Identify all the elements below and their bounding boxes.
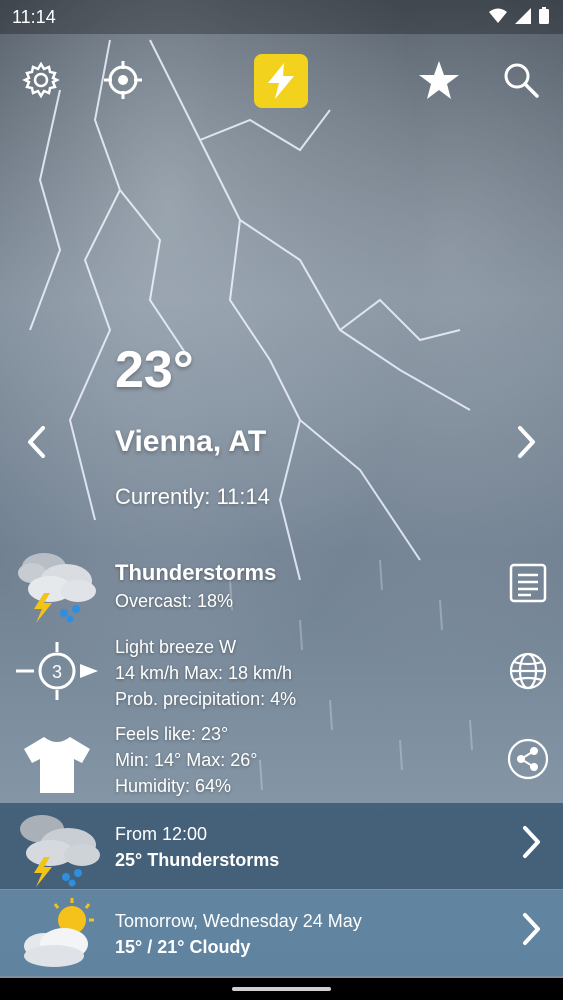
partly-cloudy-icon	[24, 898, 94, 967]
navigation-bar	[0, 978, 563, 1000]
humidity: Humidity: 64%	[115, 776, 232, 796]
feels-like-block: Feels like: 23° Min: 14° Max: 26° Humidi…	[115, 721, 257, 799]
map-button[interactable]	[507, 650, 549, 692]
location-target-icon	[104, 61, 142, 99]
condition-block: Thunderstorms Overcast: 18%	[115, 558, 276, 614]
wind-badge: 3	[52, 662, 62, 682]
previous-location-button[interactable]	[16, 422, 56, 462]
wind-compass-icon: 3	[16, 642, 98, 700]
next-location-button[interactable]	[507, 422, 547, 462]
wind-block: Light breeze W 14 km/h Max: 18 km/h Prob…	[115, 634, 296, 712]
city-name: Vienna, AT	[115, 425, 267, 458]
signal-icon	[515, 7, 531, 24]
chevron-right-icon	[518, 426, 535, 458]
wifi-icon	[489, 8, 507, 23]
chevron-left-icon	[28, 426, 45, 458]
locate-button[interactable]	[99, 56, 147, 104]
precipitation-probability: Prob. precipitation: 4%	[115, 689, 297, 709]
forecast-summary: 15° / 21° Cloudy	[115, 937, 251, 957]
chevron-right-icon	[523, 913, 540, 945]
tshirt-icon	[24, 737, 90, 793]
weather-alert-button[interactable]	[254, 54, 308, 108]
settings-button[interactable]	[17, 56, 65, 104]
report-icon	[509, 563, 547, 603]
current-time: Currently: 11:14	[115, 484, 270, 509]
thunderstorm-icon	[18, 553, 96, 623]
share-icon	[507, 738, 549, 780]
min-max-temperature: Min: 14° Max: 26°	[115, 750, 258, 770]
overcast-value: Overcast: 18%	[115, 591, 234, 611]
status-bar: 11:14	[0, 0, 563, 34]
gear-icon	[22, 61, 60, 99]
search-button[interactable]	[497, 56, 545, 104]
home-gesture-handle[interactable]	[232, 987, 331, 991]
forecast-text: Tomorrow, Wednesday 24 May 15° / 21° Clo…	[115, 908, 362, 960]
forecast-when: Tomorrow, Wednesday 24 May	[115, 911, 362, 931]
forecast-row-today[interactable]: From 12:00 25° Thunderstorms	[0, 803, 563, 889]
wind-speed: 14 km/h Max: 18 km/h	[115, 663, 293, 683]
feels-like: Feels like: 23°	[115, 724, 229, 744]
favorites-button[interactable]	[415, 56, 463, 104]
thunderstorm-icon	[20, 815, 100, 887]
wind-label: Light breeze W	[115, 637, 237, 657]
forecast-summary: 25° Thunderstorms	[115, 850, 280, 870]
forecast-text: From 12:00 25° Thunderstorms	[115, 821, 279, 873]
lightning-icon	[268, 63, 294, 99]
forecast-row-tomorrow[interactable]: Tomorrow, Wednesday 24 May 15° / 21° Clo…	[0, 890, 563, 976]
search-icon	[504, 63, 539, 98]
current-temperature: 23°	[115, 341, 194, 399]
status-icons	[489, 7, 549, 24]
globe-icon	[509, 652, 547, 690]
report-button[interactable]	[507, 562, 549, 604]
chevron-right-icon	[523, 826, 540, 858]
status-time: 11:14	[12, 7, 56, 27]
battery-icon	[539, 7, 549, 24]
condition-title: Thunderstorms	[115, 560, 277, 585]
star-icon	[419, 61, 459, 99]
forecast-when: From 12:00	[115, 824, 208, 844]
share-button[interactable]	[507, 738, 549, 780]
